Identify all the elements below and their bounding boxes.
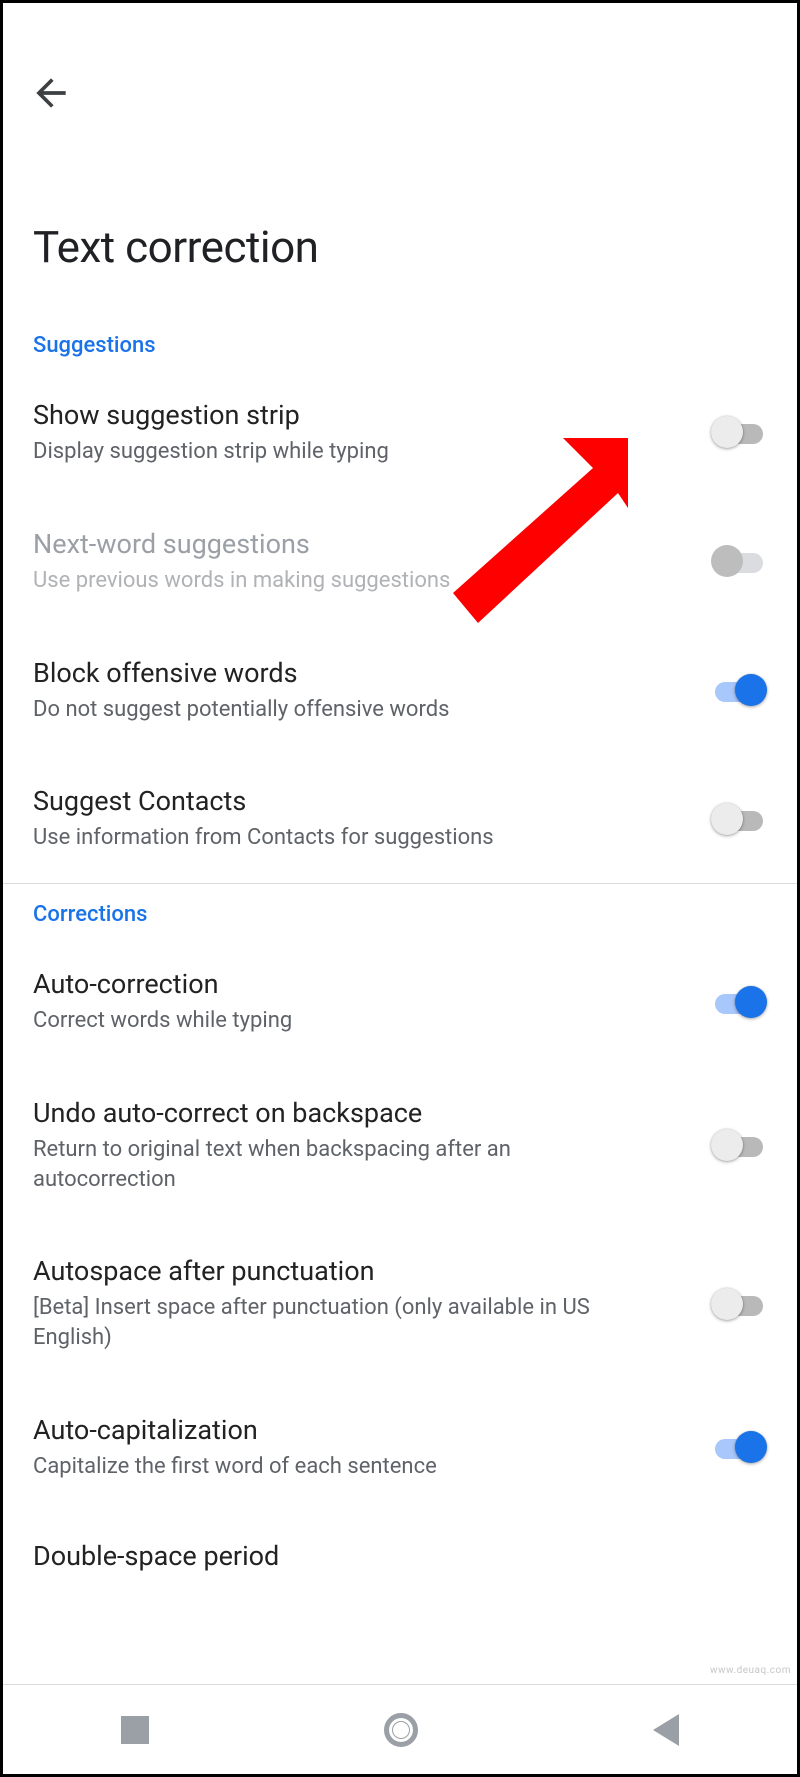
section-header-corrections: Corrections xyxy=(3,884,797,937)
section-header-suggestions: Suggestions xyxy=(3,315,797,368)
setting-description: Display suggestion strip while typing xyxy=(33,437,593,467)
system-nav-bar xyxy=(3,1684,797,1774)
watermark-text: www.deuaq.com xyxy=(710,1665,791,1676)
setting-description: Do not suggest potentially offensive wor… xyxy=(33,695,593,725)
row-undo-auto-correct[interactable]: Undo auto-correct on backspace Return to… xyxy=(3,1066,797,1224)
setting-description: Correct words while typing xyxy=(33,1006,593,1036)
top-app-bar xyxy=(3,3,797,183)
toggle-autospace-after-punctuation[interactable] xyxy=(711,1286,767,1322)
page-title: Text correction xyxy=(3,183,797,315)
toggle-auto-capitalization[interactable] xyxy=(711,1429,767,1465)
row-suggest-contacts[interactable]: Suggest Contacts Use information from Co… xyxy=(3,754,797,883)
toggle-next-word-suggestions xyxy=(711,543,767,579)
row-double-space-period[interactable]: Double-space period xyxy=(3,1512,797,1572)
square-icon xyxy=(121,1716,149,1744)
setting-description: [Beta] Insert space after punctuation (o… xyxy=(33,1293,593,1352)
setting-description: Capitalize the first word of each senten… xyxy=(33,1452,593,1482)
row-auto-correction[interactable]: Auto-correction Correct words while typi… xyxy=(3,937,797,1066)
setting-description: Use previous words in making suggestions xyxy=(33,566,593,596)
toggle-show-suggestion-strip[interactable] xyxy=(711,414,767,450)
nav-recent-button[interactable] xyxy=(121,1716,149,1744)
setting-label: Block offensive words xyxy=(33,656,691,691)
toggle-auto-correction[interactable] xyxy=(711,984,767,1020)
arrow-back-icon xyxy=(29,71,73,115)
circle-icon xyxy=(384,1713,418,1747)
toggle-suggest-contacts[interactable] xyxy=(711,801,767,837)
toggle-block-offensive-words[interactable] xyxy=(711,672,767,708)
setting-label: Auto-correction xyxy=(33,967,691,1002)
setting-label: Undo auto-correct on backspace xyxy=(33,1096,691,1131)
row-block-offensive-words[interactable]: Block offensive words Do not suggest pot… xyxy=(3,626,797,755)
setting-description: Return to original text when backspacing… xyxy=(33,1135,593,1194)
row-next-word-suggestions: Next-word suggestions Use previous words… xyxy=(3,497,797,626)
row-autospace-after-punctuation[interactable]: Autospace after punctuation [Beta] Inser… xyxy=(3,1224,797,1382)
setting-label: Show suggestion strip xyxy=(33,398,691,433)
settings-screen: Text correction Suggestions Show suggest… xyxy=(3,3,797,1684)
setting-label: Next-word suggestions xyxy=(33,527,691,562)
row-auto-capitalization[interactable]: Auto-capitalization Capitalize the first… xyxy=(3,1383,797,1512)
nav-home-button[interactable] xyxy=(384,1713,418,1747)
toggle-undo-auto-correct[interactable] xyxy=(711,1127,767,1163)
setting-label: Double-space period xyxy=(33,1540,767,1572)
setting-label: Autospace after punctuation xyxy=(33,1254,691,1289)
setting-label: Auto-capitalization xyxy=(33,1413,691,1448)
setting-description: Use information from Contacts for sugges… xyxy=(33,823,593,853)
back-button[interactable] xyxy=(29,71,73,115)
triangle-left-icon xyxy=(653,1714,679,1746)
row-show-suggestion-strip[interactable]: Show suggestion strip Display suggestion… xyxy=(3,368,797,497)
nav-back-button[interactable] xyxy=(653,1714,679,1746)
setting-label: Suggest Contacts xyxy=(33,784,691,819)
